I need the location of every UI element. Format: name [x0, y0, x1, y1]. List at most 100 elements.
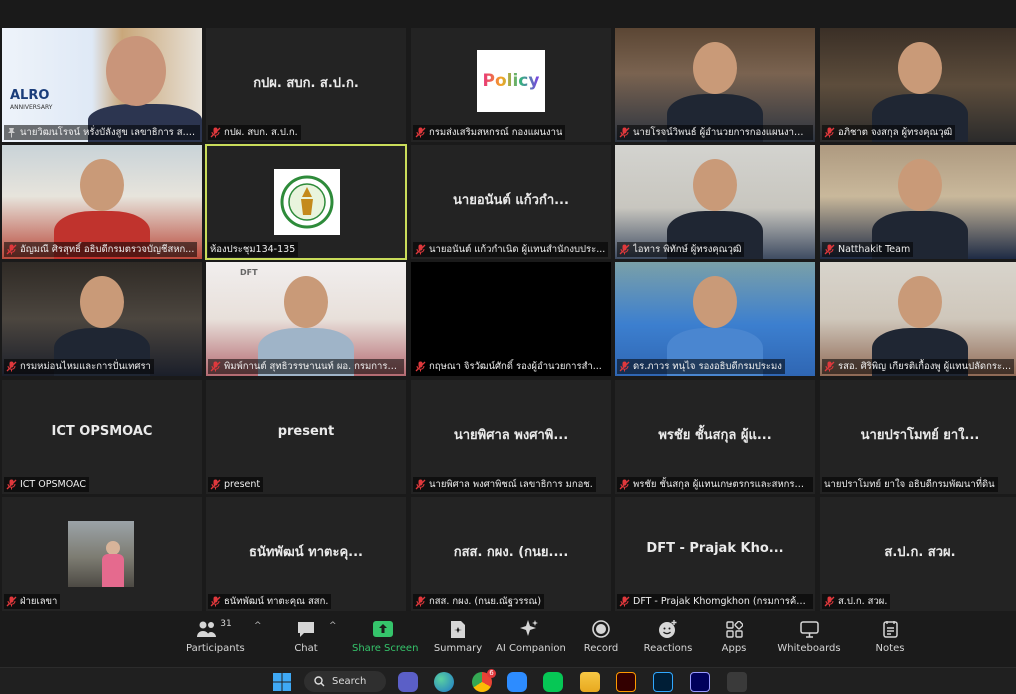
- participant-tile[interactable]: ส.ป.ก. สวผ. ส.ป.ก. สวผ.: [820, 497, 1016, 611]
- record-icon: [592, 620, 610, 638]
- summary-button[interactable]: Summary: [432, 618, 484, 664]
- participant-tile[interactable]: ห้องประชุม134-135: [205, 144, 407, 260]
- participant-tile[interactable]: ไอทาร พิทักษ์ ผู้ทรงคุณวุฒิ: [615, 145, 815, 259]
- muted-mic-icon: [619, 361, 630, 372]
- photoshop-icon[interactable]: [653, 672, 673, 692]
- participant-name-caption: อภิชาต จงสกุล ผู้ทรงคุณวุฒิ: [822, 125, 956, 140]
- windows-start-icon[interactable]: [272, 672, 292, 692]
- muted-mic-icon: [619, 479, 630, 490]
- participant-tile[interactable]: กฤษณา จิรวัฒน์ศักดิ์ รองผู้อำนวยการสำ...: [411, 262, 611, 376]
- chat-button[interactable]: Chat: [286, 618, 326, 664]
- participant-name-caption: present: [208, 477, 264, 492]
- whiteboards-button[interactable]: Whiteboards: [776, 618, 842, 664]
- video-gallery: ALRO ANNIVERSARY นายวิฒนโรจน์ หรั่งบัลังสู…: [0, 27, 1016, 611]
- participant-name: อภิชาต จงสกุล ผู้ทรงคุณวุฒิ: [838, 127, 953, 138]
- apps-button[interactable]: Apps: [716, 618, 752, 664]
- participant-name-caption: ธนัทพัฒน์ ทาตะคุณ สสก.: [208, 594, 332, 609]
- participant-display-name: DFT - Prajak Kho...: [646, 541, 784, 556]
- participant-tile[interactable]: ดร.ภาวร ทนุไจ รองอธิบดีกรมประมง: [615, 262, 815, 376]
- participant-name-caption: นายวิฒนโรจน์ หรั่งบัลังสูข เลขาธิการ ส.ป…: [4, 125, 200, 140]
- participant-video-face: [693, 159, 737, 211]
- participant-name-caption: ส.ป.ก. สวผ.: [822, 594, 891, 609]
- zoom-app-icon[interactable]: [507, 672, 527, 692]
- participant-tile[interactable]: Natthakit Team: [820, 145, 1016, 259]
- notes-icon: [882, 621, 898, 638]
- participant-tile[interactable]: Policy กรมส่งเสริมสหกรณ์ กองแผนงาน: [411, 28, 611, 142]
- participant-name-caption: นายโรจน์วิพนธ์ ผู้อำนวยการกองแผนงาน ...: [617, 125, 813, 140]
- muted-mic-icon: [210, 596, 221, 607]
- participant-display-name: กสส. กผง. (กนย....: [453, 545, 569, 560]
- muted-mic-icon: [415, 244, 426, 255]
- participant-name: ฝ่ายเลขา: [20, 596, 58, 607]
- participant-display-name: present: [277, 424, 335, 439]
- chat-chevron-up-icon[interactable]: ^: [329, 621, 337, 631]
- participant-tile[interactable]: นายปราโมทย์ ยาใ... นายปราโมทย์ ยาใจ อธิบด…: [820, 380, 1016, 494]
- participant-name: อัญมณี ศิรสุทธิ์ อธิบดีกรมตรวจบัญชีสหก..…: [20, 244, 195, 255]
- participant-name: present: [224, 479, 261, 490]
- zoom-meeting-window: ALRO ANNIVERSARY นายวิฒนโรจน์ หรั่งบัลังสู…: [0, 0, 1016, 694]
- participant-tile[interactable]: นายโรจน์วิพนธ์ ผู้อำนวยการกองแผนงาน ...: [615, 28, 815, 142]
- share-screen-label: Share Screen: [352, 643, 419, 654]
- line-app-icon[interactable]: [543, 672, 563, 692]
- participant-name: DFT - Prajak Khomgkhon (กรมการค้า...: [633, 596, 810, 607]
- participant-tile[interactable]: กรมหม่อนไหมและการปั่นเทศรา: [2, 262, 202, 376]
- participant-display-name: พรชัย ชั้นสกุล ผู้แ...: [658, 428, 772, 443]
- participant-display-name: กปผ. สบก. ส.ป.ก.: [253, 76, 359, 91]
- illustrator-icon[interactable]: [616, 672, 636, 692]
- muted-mic-icon: [6, 596, 17, 607]
- muted-mic-icon: [415, 361, 426, 372]
- reactions-smiley-icon: [659, 619, 677, 638]
- participant-tile[interactable]: DFT พิมพ์กานต์ สุทธิวรรษานนท์ ผอ. กรมการค…: [206, 262, 406, 376]
- participant-tile[interactable]: ALRO ANNIVERSARY นายวิฒนโรจน์ หรั่งบัลังสู…: [2, 28, 202, 142]
- file-explorer-icon[interactable]: [580, 672, 600, 692]
- record-button[interactable]: Record: [580, 618, 622, 664]
- policy-logo: Policy: [477, 50, 545, 112]
- calculator-icon[interactable]: [727, 672, 747, 692]
- participant-name: ส.ป.ก. สวผ.: [838, 596, 888, 607]
- share-screen-button[interactable]: Share Screen: [352, 618, 419, 664]
- ai-companion-button[interactable]: AI Companion: [496, 618, 566, 664]
- chrome-browser-icon[interactable]: 6: [472, 669, 496, 692]
- whiteboards-label: Whiteboards: [777, 643, 841, 654]
- participant-tile[interactable]: present present: [206, 380, 406, 494]
- muted-mic-icon: [619, 244, 630, 255]
- participant-tile[interactable]: อัญมณี ศิรสุทธิ์ อธิบดีกรมตรวจบัญชีสหก..…: [2, 145, 202, 259]
- participant-tile[interactable]: นายพิศาล พงศาพิ... นายพิศาล พงศาพิชณ์ เลข…: [411, 380, 611, 494]
- participant-name-caption: DFT - Prajak Khomgkhon (กรมการค้า...: [617, 594, 813, 609]
- participants-chevron-up-icon[interactable]: ^: [254, 621, 262, 631]
- taskbar-search-box[interactable]: Search: [304, 671, 386, 692]
- participant-name: พิมพ์กานต์ สุทธิวรรษานนท์ ผอ. กรมการค้า.…: [224, 361, 401, 372]
- participant-name-caption: ฝ่ายเลขา: [4, 594, 61, 609]
- chrome-notification-badge: 6: [487, 669, 496, 678]
- participant-tile[interactable]: พรชัย ชั้นสกุล ผู้แ... พรชัย ชั้นสกุล ผู้…: [615, 380, 815, 494]
- participant-video-face: [898, 276, 942, 328]
- edge-browser-icon[interactable]: [434, 672, 454, 692]
- participant-name-caption: นายอนันต์ แก้วกำเนิด ผู้แทนสำนักงบประ...: [413, 242, 609, 257]
- participant-video-face: [693, 42, 737, 94]
- participant-tile[interactable]: กสส. กผง. (กนย.... กสส. กผง. (กนย.ณัฐวรรณ…: [411, 497, 611, 611]
- premiere-icon[interactable]: [690, 672, 710, 692]
- notes-button[interactable]: Notes: [870, 618, 910, 664]
- meeting-toolbar: 31 Participants ^ Chat ^ Share Screen Su…: [0, 611, 1016, 667]
- participant-name-caption: กฤษณา จิรวัฒน์ศักดิ์ รองผู้อำนวยการสำ...: [413, 359, 605, 374]
- participant-tile[interactable]: ICT OPSMOAC ICT OPSMOAC: [2, 380, 202, 494]
- participant-video-face: [80, 276, 124, 328]
- reactions-button[interactable]: Reactions: [642, 618, 694, 664]
- participant-tile[interactable]: กปผ. สบก. ส.ป.ก. กปผ. สบก. ส.ป.ก.: [206, 28, 406, 142]
- participant-name-caption: พิมพ์กานต์ สุทธิวรรษานนท์ ผอ. กรมการค้า.…: [208, 359, 404, 374]
- participant-tile[interactable]: นายอนันต์ แก้วกำ... นายอนันต์ แก้วกำเนิด …: [411, 145, 611, 259]
- participant-tile[interactable]: อภิชาต จงสกุล ผู้ทรงคุณวุฒิ: [820, 28, 1016, 142]
- participant-name: รสอ. ศิริพิญ เกียรติเกื้องพู ผู้แทนปลัดก…: [838, 361, 1012, 372]
- participant-display-name: ส.ป.ก. สวผ.: [884, 545, 956, 560]
- participant-tile[interactable]: รสอ. ศิริพิญ เกียรติเกื้องพู ผู้แทนปลัดก…: [820, 262, 1016, 376]
- participant-name: ห้องประชุม134-135: [210, 244, 296, 255]
- participant-tile[interactable]: ธนัทพัฒน์ ทาตะคุ... ธนัทพัฒน์ ทาตะคุณ สสก…: [206, 497, 406, 611]
- participants-button[interactable]: 31 Participants: [186, 618, 245, 664]
- participant-name: กปผ. สบก. ส.ป.ก.: [224, 127, 298, 138]
- participant-tile[interactable]: DFT - Prajak Kho... DFT - Prajak Khomgkho…: [615, 497, 815, 611]
- meeting-app-icon[interactable]: [398, 672, 418, 692]
- participant-video-face: [284, 276, 328, 328]
- participant-name: นายโรจน์วิพนธ์ ผู้อำนวยการกองแผนงาน ...: [633, 127, 810, 138]
- participant-tile[interactable]: ฝ่ายเลขา: [2, 497, 202, 611]
- share-screen-icon: [373, 621, 393, 637]
